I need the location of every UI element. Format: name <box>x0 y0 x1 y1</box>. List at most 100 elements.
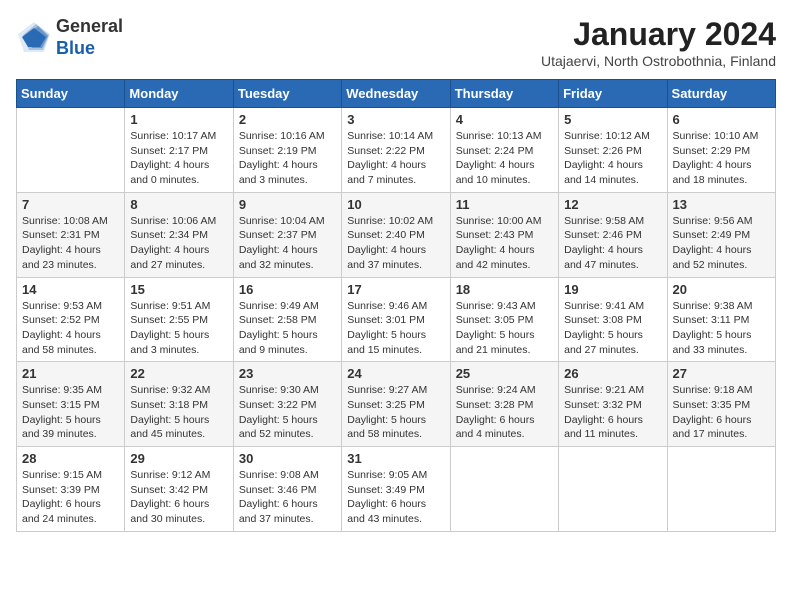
day-info: Sunrise: 10:12 AMSunset: 2:26 PMDaylight… <box>564 129 661 188</box>
day-info: Sunrise: 9:08 AMSunset: 3:46 PMDaylight:… <box>239 468 336 527</box>
day-number: 15 <box>130 282 227 297</box>
day-info: Sunrise: 10:10 AMSunset: 2:29 PMDaylight… <box>673 129 770 188</box>
calendar-cell: 4 Sunrise: 10:13 AMSunset: 2:24 PMDayligh… <box>450 108 558 193</box>
calendar-body: 1Sunrise: 10:17 AMSunset: 2:17 PMDayligh… <box>17 108 776 532</box>
logo-blue: Blue <box>56 38 95 58</box>
day-info: Sunrise: 9:41 AMSunset: 3:08 PMDaylight:… <box>564 299 661 358</box>
day-number: 10 <box>347 197 444 212</box>
day-info: Sunrise: 9:18 AMSunset: 3:35 PMDaylight:… <box>673 383 770 442</box>
weekday-header-thursday: Thursday <box>450 80 558 108</box>
logo: General Blue <box>16 16 123 59</box>
weekday-header-row: SundayMondayTuesdayWednesdayThursdayFrid… <box>17 80 776 108</box>
day-info: Sunrise: 10:17 AMSunset: 2:17 PMDaylight… <box>130 129 227 188</box>
weekday-header-wednesday: Wednesday <box>342 80 450 108</box>
calendar-cell: 8Sunrise: 10:06 AMSunset: 2:34 PMDayligh… <box>125 192 233 277</box>
logo-general: General <box>56 16 123 36</box>
weekday-header-friday: Friday <box>559 80 667 108</box>
calendar-cell: 28 Sunrise: 9:15 AMSunset: 3:39 PMDayligh… <box>17 447 125 532</box>
day-info: Sunrise: 10:13 AMSunset: 2:24 PMDaylight… <box>456 129 553 188</box>
logo-text: General Blue <box>56 16 123 59</box>
calendar-cell: 13 Sunrise: 9:56 AMSunset: 2:49 PMDayligh… <box>667 192 775 277</box>
day-info: Sunrise: 9:05 AMSunset: 3:49 PMDaylight:… <box>347 468 444 527</box>
day-number: 21 <box>22 366 119 381</box>
day-info: Sunrise: 9:35 AMSunset: 3:15 PMDaylight:… <box>22 383 119 442</box>
calendar-week-5: 28 Sunrise: 9:15 AMSunset: 3:39 PMDayligh… <box>17 447 776 532</box>
calendar-cell: 25 Sunrise: 9:24 AMSunset: 3:28 PMDayligh… <box>450 362 558 447</box>
day-number: 28 <box>22 451 119 466</box>
calendar-cell: 22Sunrise: 9:32 AMSunset: 3:18 PMDayligh… <box>125 362 233 447</box>
weekday-header-tuesday: Tuesday <box>233 80 341 108</box>
weekday-header-monday: Monday <box>125 80 233 108</box>
day-number: 25 <box>456 366 553 381</box>
calendar-cell: 12 Sunrise: 9:58 AMSunset: 2:46 PMDayligh… <box>559 192 667 277</box>
day-number: 31 <box>347 451 444 466</box>
calendar-table: SundayMondayTuesdayWednesdayThursdayFrid… <box>16 79 776 532</box>
calendar-cell: 30 Sunrise: 9:08 AMSunset: 3:46 PMDayligh… <box>233 447 341 532</box>
calendar-cell: 16 Sunrise: 9:49 AMSunset: 2:58 PMDayligh… <box>233 277 341 362</box>
day-info: Sunrise: 9:15 AMSunset: 3:39 PMDaylight:… <box>22 468 119 527</box>
day-info: Sunrise: 10:14 AMSunset: 2:22 PMDaylight… <box>347 129 444 188</box>
location-subtitle: Utajaervi, North Ostrobothnia, Finland <box>541 53 776 69</box>
day-info: Sunrise: 9:43 AMSunset: 3:05 PMDaylight:… <box>456 299 553 358</box>
calendar-cell: 9 Sunrise: 10:04 AMSunset: 2:37 PMDayligh… <box>233 192 341 277</box>
day-info: Sunrise: 9:51 AMSunset: 2:55 PMDaylight:… <box>130 299 227 358</box>
calendar-cell: 18 Sunrise: 9:43 AMSunset: 3:05 PMDayligh… <box>450 277 558 362</box>
day-info: Sunrise: 9:56 AMSunset: 2:49 PMDaylight:… <box>673 214 770 273</box>
day-number: 14 <box>22 282 119 297</box>
logo-icon <box>16 20 52 56</box>
calendar-cell: 14 Sunrise: 9:53 AMSunset: 2:52 PMDayligh… <box>17 277 125 362</box>
calendar-cell: 11Sunrise: 10:00 AMSunset: 2:43 PMDaylig… <box>450 192 558 277</box>
day-info: Sunrise: 9:21 AMSunset: 3:32 PMDaylight:… <box>564 383 661 442</box>
day-number: 30 <box>239 451 336 466</box>
day-info: Sunrise: 10:02 AMSunset: 2:40 PMDaylight… <box>347 214 444 273</box>
day-info: Sunrise: 9:53 AMSunset: 2:52 PMDaylight:… <box>22 299 119 358</box>
day-info: Sunrise: 10:00 AMSunset: 2:43 PMDaylight… <box>456 214 553 273</box>
weekday-header-saturday: Saturday <box>667 80 775 108</box>
day-number: 3 <box>347 112 444 127</box>
day-number: 18 <box>456 282 553 297</box>
day-info: Sunrise: 9:27 AMSunset: 3:25 PMDaylight:… <box>347 383 444 442</box>
day-number: 9 <box>239 197 336 212</box>
page-header: General Blue January 2024 Utajaervi, Nor… <box>16 16 776 69</box>
calendar-cell: 20Sunrise: 9:38 AMSunset: 3:11 PMDayligh… <box>667 277 775 362</box>
day-info: Sunrise: 9:30 AMSunset: 3:22 PMDaylight:… <box>239 383 336 442</box>
calendar-cell: 3 Sunrise: 10:14 AMSunset: 2:22 PMDayligh… <box>342 108 450 193</box>
day-info: Sunrise: 9:12 AMSunset: 3:42 PMDaylight:… <box>130 468 227 527</box>
day-number: 19 <box>564 282 661 297</box>
calendar-cell <box>17 108 125 193</box>
day-number: 5 <box>564 112 661 127</box>
calendar-cell: 26 Sunrise: 9:21 AMSunset: 3:32 PMDayligh… <box>559 362 667 447</box>
calendar-week-2: 7Sunrise: 10:08 AMSunset: 2:31 PMDayligh… <box>17 192 776 277</box>
day-info: Sunrise: 10:04 AMSunset: 2:37 PMDaylight… <box>239 214 336 273</box>
weekday-header-sunday: Sunday <box>17 80 125 108</box>
month-year-title: January 2024 <box>541 16 776 53</box>
calendar-cell: 7Sunrise: 10:08 AMSunset: 2:31 PMDayligh… <box>17 192 125 277</box>
calendar-cell: 19 Sunrise: 9:41 AMSunset: 3:08 PMDayligh… <box>559 277 667 362</box>
title-block: January 2024 Utajaervi, North Ostrobothn… <box>541 16 776 69</box>
calendar-cell: 23Sunrise: 9:30 AMSunset: 3:22 PMDayligh… <box>233 362 341 447</box>
day-number: 27 <box>673 366 770 381</box>
day-number: 24 <box>347 366 444 381</box>
day-info: Sunrise: 9:24 AMSunset: 3:28 PMDaylight:… <box>456 383 553 442</box>
day-info: Sunrise: 10:16 AMSunset: 2:19 PMDaylight… <box>239 129 336 188</box>
calendar-cell: 17Sunrise: 9:46 AMSunset: 3:01 PMDayligh… <box>342 277 450 362</box>
day-number: 12 <box>564 197 661 212</box>
day-info: Sunrise: 9:58 AMSunset: 2:46 PMDaylight:… <box>564 214 661 273</box>
day-number: 26 <box>564 366 661 381</box>
day-number: 4 <box>456 112 553 127</box>
calendar-cell: 2Sunrise: 10:16 AMSunset: 2:19 PMDayligh… <box>233 108 341 193</box>
day-number: 29 <box>130 451 227 466</box>
calendar-cell: 1Sunrise: 10:17 AMSunset: 2:17 PMDayligh… <box>125 108 233 193</box>
day-info: Sunrise: 9:49 AMSunset: 2:58 PMDaylight:… <box>239 299 336 358</box>
day-number: 7 <box>22 197 119 212</box>
day-number: 17 <box>347 282 444 297</box>
calendar-week-3: 14 Sunrise: 9:53 AMSunset: 2:52 PMDayligh… <box>17 277 776 362</box>
calendar-cell: 21 Sunrise: 9:35 AMSunset: 3:15 PMDayligh… <box>17 362 125 447</box>
day-number: 16 <box>239 282 336 297</box>
calendar-cell: 15 Sunrise: 9:51 AMSunset: 2:55 PMDayligh… <box>125 277 233 362</box>
day-number: 13 <box>673 197 770 212</box>
day-number: 20 <box>673 282 770 297</box>
day-number: 6 <box>673 112 770 127</box>
calendar-cell <box>559 447 667 532</box>
calendar-cell: 5 Sunrise: 10:12 AMSunset: 2:26 PMDayligh… <box>559 108 667 193</box>
